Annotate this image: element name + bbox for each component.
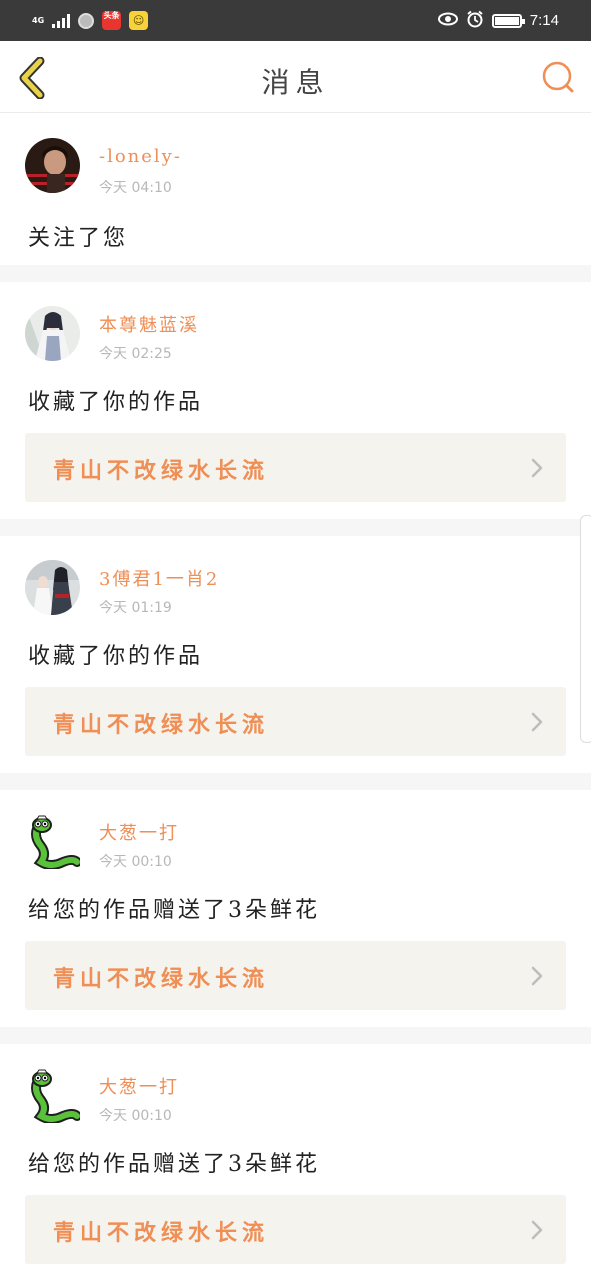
- chevron-right-icon: [531, 966, 543, 986]
- work-title: 青山不改绿水长流: [53, 966, 270, 992]
- username[interactable]: 3傅君1一肖2: [99, 565, 219, 591]
- divider: [0, 265, 591, 282]
- timestamp: 今天 04:10: [99, 180, 172, 196]
- notification-item[interactable]: 大葱一打 今天 00:10 给您的作品赠送了3朵鲜花 青山不改绿水长流: [0, 790, 591, 1027]
- divider: [0, 519, 591, 536]
- work-title: 青山不改绿水长流: [53, 458, 270, 484]
- alarm-clock-icon: [466, 10, 484, 32]
- notification-item[interactable]: -lonely- 今天 04:10 关注了您: [0, 113, 591, 265]
- smiley-app-icon: ☺: [129, 11, 149, 30]
- avatar[interactable]: [25, 1068, 80, 1123]
- notification-message: 收藏了你的作品: [28, 390, 204, 415]
- work-link-card[interactable]: 青山不改绿水长流: [25, 941, 566, 1010]
- eye-comfort-icon: [437, 11, 458, 30]
- timestamp: 今天 01:19: [99, 600, 172, 616]
- divider: [0, 773, 591, 790]
- timestamp: 今天 00:10: [99, 854, 172, 870]
- notification-message: 收藏了你的作品: [28, 644, 204, 669]
- username[interactable]: -lonely-: [99, 146, 182, 167]
- timestamp: 今天 02:25: [99, 346, 172, 362]
- network-type: 4G: [32, 15, 45, 25]
- clock-time: 7:14: [529, 12, 559, 29]
- signal-icon: [52, 13, 71, 28]
- notification-message: 关注了您: [28, 226, 129, 251]
- work-link-card[interactable]: 青山不改绿水长流: [25, 433, 566, 502]
- avatar[interactable]: [25, 814, 80, 869]
- status-bar-left: 4G 头条 ☺: [32, 11, 149, 30]
- edge-scroll-handle[interactable]: [580, 515, 591, 743]
- notification-item[interactable]: 大葱一打 今天 00:10 给您的作品赠送了3朵鲜花 青山不改绿水长流: [0, 1044, 591, 1281]
- avatar[interactable]: [25, 306, 80, 361]
- toutiao-app-icon: 头条: [102, 11, 122, 30]
- work-title: 青山不改绿水长流: [53, 1220, 270, 1246]
- work-link-card[interactable]: 青山不改绿水长流: [25, 1195, 566, 1264]
- avatar[interactable]: [25, 138, 80, 193]
- notification-item[interactable]: 本尊魅蓝溪 今天 02:25 收藏了你的作品 青山不改绿水长流: [0, 282, 591, 519]
- notification-message: 给您的作品赠送了3朵鲜花: [28, 898, 320, 923]
- work-title: 青山不改绿水长流: [53, 712, 270, 738]
- chevron-right-icon: [531, 712, 543, 732]
- page-title: 消息: [261, 66, 330, 99]
- chevron-right-icon: [531, 458, 543, 478]
- timestamp: 今天 00:10: [99, 1108, 172, 1124]
- username[interactable]: 本尊魅蓝溪: [99, 311, 199, 337]
- alarm-status-icon: [78, 12, 95, 29]
- nav-bar: 消息: [0, 41, 591, 113]
- chevron-right-icon: [531, 1220, 543, 1240]
- battery-icon: [491, 13, 525, 28]
- search-icon: [542, 61, 574, 93]
- username[interactable]: 大葱一打: [99, 1073, 179, 1099]
- avatar[interactable]: [25, 560, 80, 615]
- notification-message: 给您的作品赠送了3朵鲜花: [28, 1152, 320, 1177]
- status-bar: 4G 头条 ☺ 7:14: [0, 0, 591, 41]
- work-link-card[interactable]: 青山不改绿水长流: [25, 687, 566, 756]
- username[interactable]: 大葱一打: [99, 819, 179, 845]
- notification-list: -lonely- 今天 04:10 关注了您 本尊魅蓝溪 今天 02:25 收藏…: [0, 113, 591, 1281]
- search-button[interactable]: [540, 59, 576, 95]
- notification-item[interactable]: 3傅君1一肖2 今天 01:19 收藏了你的作品 青山不改绿水长流: [0, 536, 591, 773]
- status-bar-right: 7:14: [437, 10, 559, 32]
- divider: [0, 1027, 591, 1044]
